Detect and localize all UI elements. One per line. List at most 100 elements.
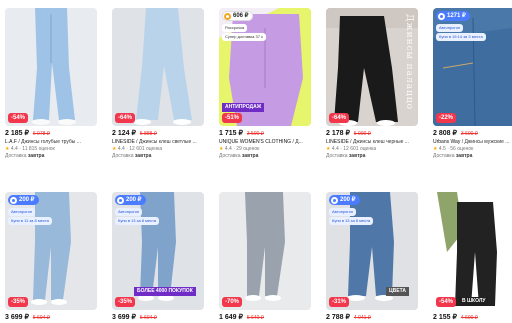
product-card[interactable]: В ШКОЛУ -54% 2 155 ₽ 4 690 ₽	[433, 192, 512, 323]
rating-row: ★ 4.4 · 12 601 оценка	[326, 146, 377, 152]
reviews-count: 29 оценок	[236, 146, 260, 152]
star-icon: ★	[112, 146, 117, 152]
product-image[interactable]: -70%	[219, 192, 311, 310]
product-image[interactable]: -54%	[5, 8, 97, 126]
price-row: 3 699 ₽ 5 694 ₽	[112, 313, 204, 323]
product-photo	[433, 192, 512, 310]
product-title[interactable]: UNIQUE WOMEN'S CLOTHING / Д...	[219, 139, 311, 146]
delivery-label: Доставка	[326, 153, 348, 159]
delivery-row: Доставка завтра	[219, 153, 311, 160]
delivery-label: Доставка	[433, 153, 455, 159]
coin-icon	[10, 196, 17, 204]
product-name: / Джинсы клеш черные ...	[348, 139, 409, 145]
discount-badge: -64%	[329, 113, 350, 123]
promo-vertical-text: Джинсы палаццо	[404, 14, 414, 111]
coin-icon	[438, 12, 445, 20]
rating-value: 4.4	[117, 146, 125, 152]
product-image[interactable]: Джинсы палаццо -64%	[326, 8, 418, 126]
old-price: 6 078 ₽	[32, 131, 50, 137]
product-card[interactable]: 200 ₽ Автопрогон Купи в 13 за 8 места БО…	[112, 192, 204, 323]
price-row: 2 155 ₽ 4 690 ₽	[433, 313, 512, 323]
star-icon: ★	[5, 146, 10, 152]
product-title[interactable]: LINESIDE / Джинсы клеш светлые ...	[112, 139, 204, 146]
delivery-day: завтра	[134, 153, 152, 159]
product-name: / Джинсы голубые трубы ...	[16, 139, 81, 145]
discount-badge: -35%	[8, 297, 29, 307]
bonus-amount: 606 ₽	[233, 13, 249, 19]
coin-icon	[117, 196, 124, 204]
old-price: 5 990 ₽	[353, 131, 371, 137]
product-image[interactable]: 1271 ₽ Автопрогон Купи в 19:14 за 3 мест…	[433, 8, 512, 126]
product-title[interactable]: L.A.F / Джинсы голубые трубы ...	[5, 139, 97, 146]
product-photo	[112, 8, 204, 126]
delivery-day: завтра	[241, 153, 259, 159]
product-card[interactable]: -70% 1 649 ₽ 5 640 ₽	[219, 192, 311, 323]
price-row: 1 715 ₽ 3 590 ₽	[219, 129, 311, 139]
old-price: 4 041 ₽	[353, 315, 371, 321]
product-image[interactable]: 606 ₽ Рассрочка Супер доставка 37 с АНТИ…	[219, 8, 311, 126]
bonus-amount: 200 ₽	[126, 197, 142, 203]
brand: LINESIDE	[326, 139, 349, 145]
price-row: 1 649 ₽ 5 640 ₽	[219, 313, 311, 323]
buy-offer-tag: Купи в 11 за 8 места	[8, 217, 52, 225]
product-photo	[219, 192, 311, 310]
bonus-badge: 200 ₽	[329, 195, 360, 205]
buy-offer-tag: Купи в 13 за 8 места	[329, 217, 374, 225]
product-title[interactable]: LINESIDE / Джинсы клеш черные ...	[326, 139, 418, 146]
buy-offer-tag: Купи в 13 за 8 места	[115, 217, 160, 225]
product-title[interactable]: Urbans Way / Джинсы мужские ...	[433, 139, 512, 146]
product-name: / Д...	[291, 139, 303, 145]
rating-row: ★ 4.4 · 11 815 оценок	[5, 146, 55, 152]
product-name: / Джинсы клеш светлые ...	[134, 139, 197, 145]
price-row: 2 788 ₽ 4 041 ₽	[326, 313, 418, 323]
star-icon: ★	[326, 146, 331, 152]
discount-badge: -35%	[115, 297, 136, 307]
promo-strip: АНТИПРОДАЖ	[222, 103, 265, 112]
rating-value: 4.4	[224, 146, 232, 152]
current-price: 2 124 ₽	[112, 130, 136, 137]
bonus-badge: 200 ₽	[8, 195, 39, 205]
delivery-day: завтра	[348, 153, 366, 159]
product-card[interactable]: 200 ₽ Автопрогон Купи в 11 за 8 места -3…	[5, 192, 97, 323]
rating-row: ★ 4.4 · 12 601 оценка	[112, 146, 163, 152]
promo-strip: БОЛЕЕ 4000 ПОКУПОК	[134, 287, 196, 296]
reviews-count: 12 601 оценка	[343, 146, 377, 152]
product-card[interactable]: 1271 ₽ Автопрогон Купи в 19:14 за 3 мест…	[433, 8, 512, 160]
reviews-count: 12 601 оценка	[129, 146, 163, 152]
price-row: 2 178 ₽ 5 990 ₽	[326, 129, 418, 139]
autopromo-tag: Автопрогон	[436, 24, 464, 32]
delivery-day: завтра	[455, 153, 473, 159]
autopromo-tag: Автопрогон	[115, 208, 143, 216]
old-price: 5 888 ₽	[139, 131, 157, 137]
product-image[interactable]: -64%	[112, 8, 204, 126]
product-image[interactable]: 200 ₽ Автопрогон Купи в 11 за 8 места -3…	[5, 192, 97, 310]
product-image[interactable]: В ШКОЛУ -54%	[433, 192, 512, 310]
promo-strip: ЦВЕТА	[386, 287, 409, 296]
discount-badge: -54%	[8, 113, 29, 123]
delivery-row: Доставка завтра	[326, 153, 418, 160]
discount-badge: -31%	[329, 297, 350, 307]
promo-strip: В ШКОЛУ	[459, 297, 489, 306]
bonus-badge: 606 ₽	[222, 11, 253, 21]
installment-tag: Рассрочка	[222, 24, 248, 32]
discount-badge: -54%	[436, 297, 457, 307]
star-icon: ★	[433, 146, 438, 152]
product-card[interactable]: -64% 2 124 ₽ 5 888 ₽ LINESIDE / Джинсы к…	[112, 8, 204, 160]
old-price: 3 590 ₽	[246, 131, 264, 137]
price-row: 2 808 ₽ 3 600 ₽	[433, 129, 512, 139]
product-card[interactable]: 606 ₽ Рассрочка Супер доставка 37 с АНТИ…	[219, 8, 311, 160]
product-image[interactable]: 200 ₽ Автопрогон Купи в 13 за 8 места БО…	[112, 192, 204, 310]
delivery-row: Доставка завтра	[433, 153, 512, 160]
product-card[interactable]: -54% 2 185 ₽ 6 078 ₽ L.A.F / Джинсы голу…	[5, 8, 97, 160]
product-card[interactable]: Джинсы палаццо -64% 2 178 ₽ 5 990 ₽ LINE…	[326, 8, 418, 160]
old-price: 5 694 ₽	[32, 315, 50, 321]
delivery-label: Доставка	[5, 153, 27, 159]
price-row: 3 699 ₽ 5 694 ₽	[5, 313, 97, 323]
old-price: 5 694 ₽	[139, 315, 157, 321]
delivery-row: Доставка завтра	[5, 153, 97, 160]
delivery-row: Доставка завтра	[112, 153, 204, 160]
product-image[interactable]: 200 ₽ Автопрогон Купи в 13 за 8 места ЦВ…	[326, 192, 418, 310]
current-price: 2 178 ₽	[326, 130, 350, 137]
product-photo	[5, 8, 97, 126]
product-card[interactable]: 200 ₽ Автопрогон Купи в 13 за 8 места ЦВ…	[326, 192, 418, 323]
